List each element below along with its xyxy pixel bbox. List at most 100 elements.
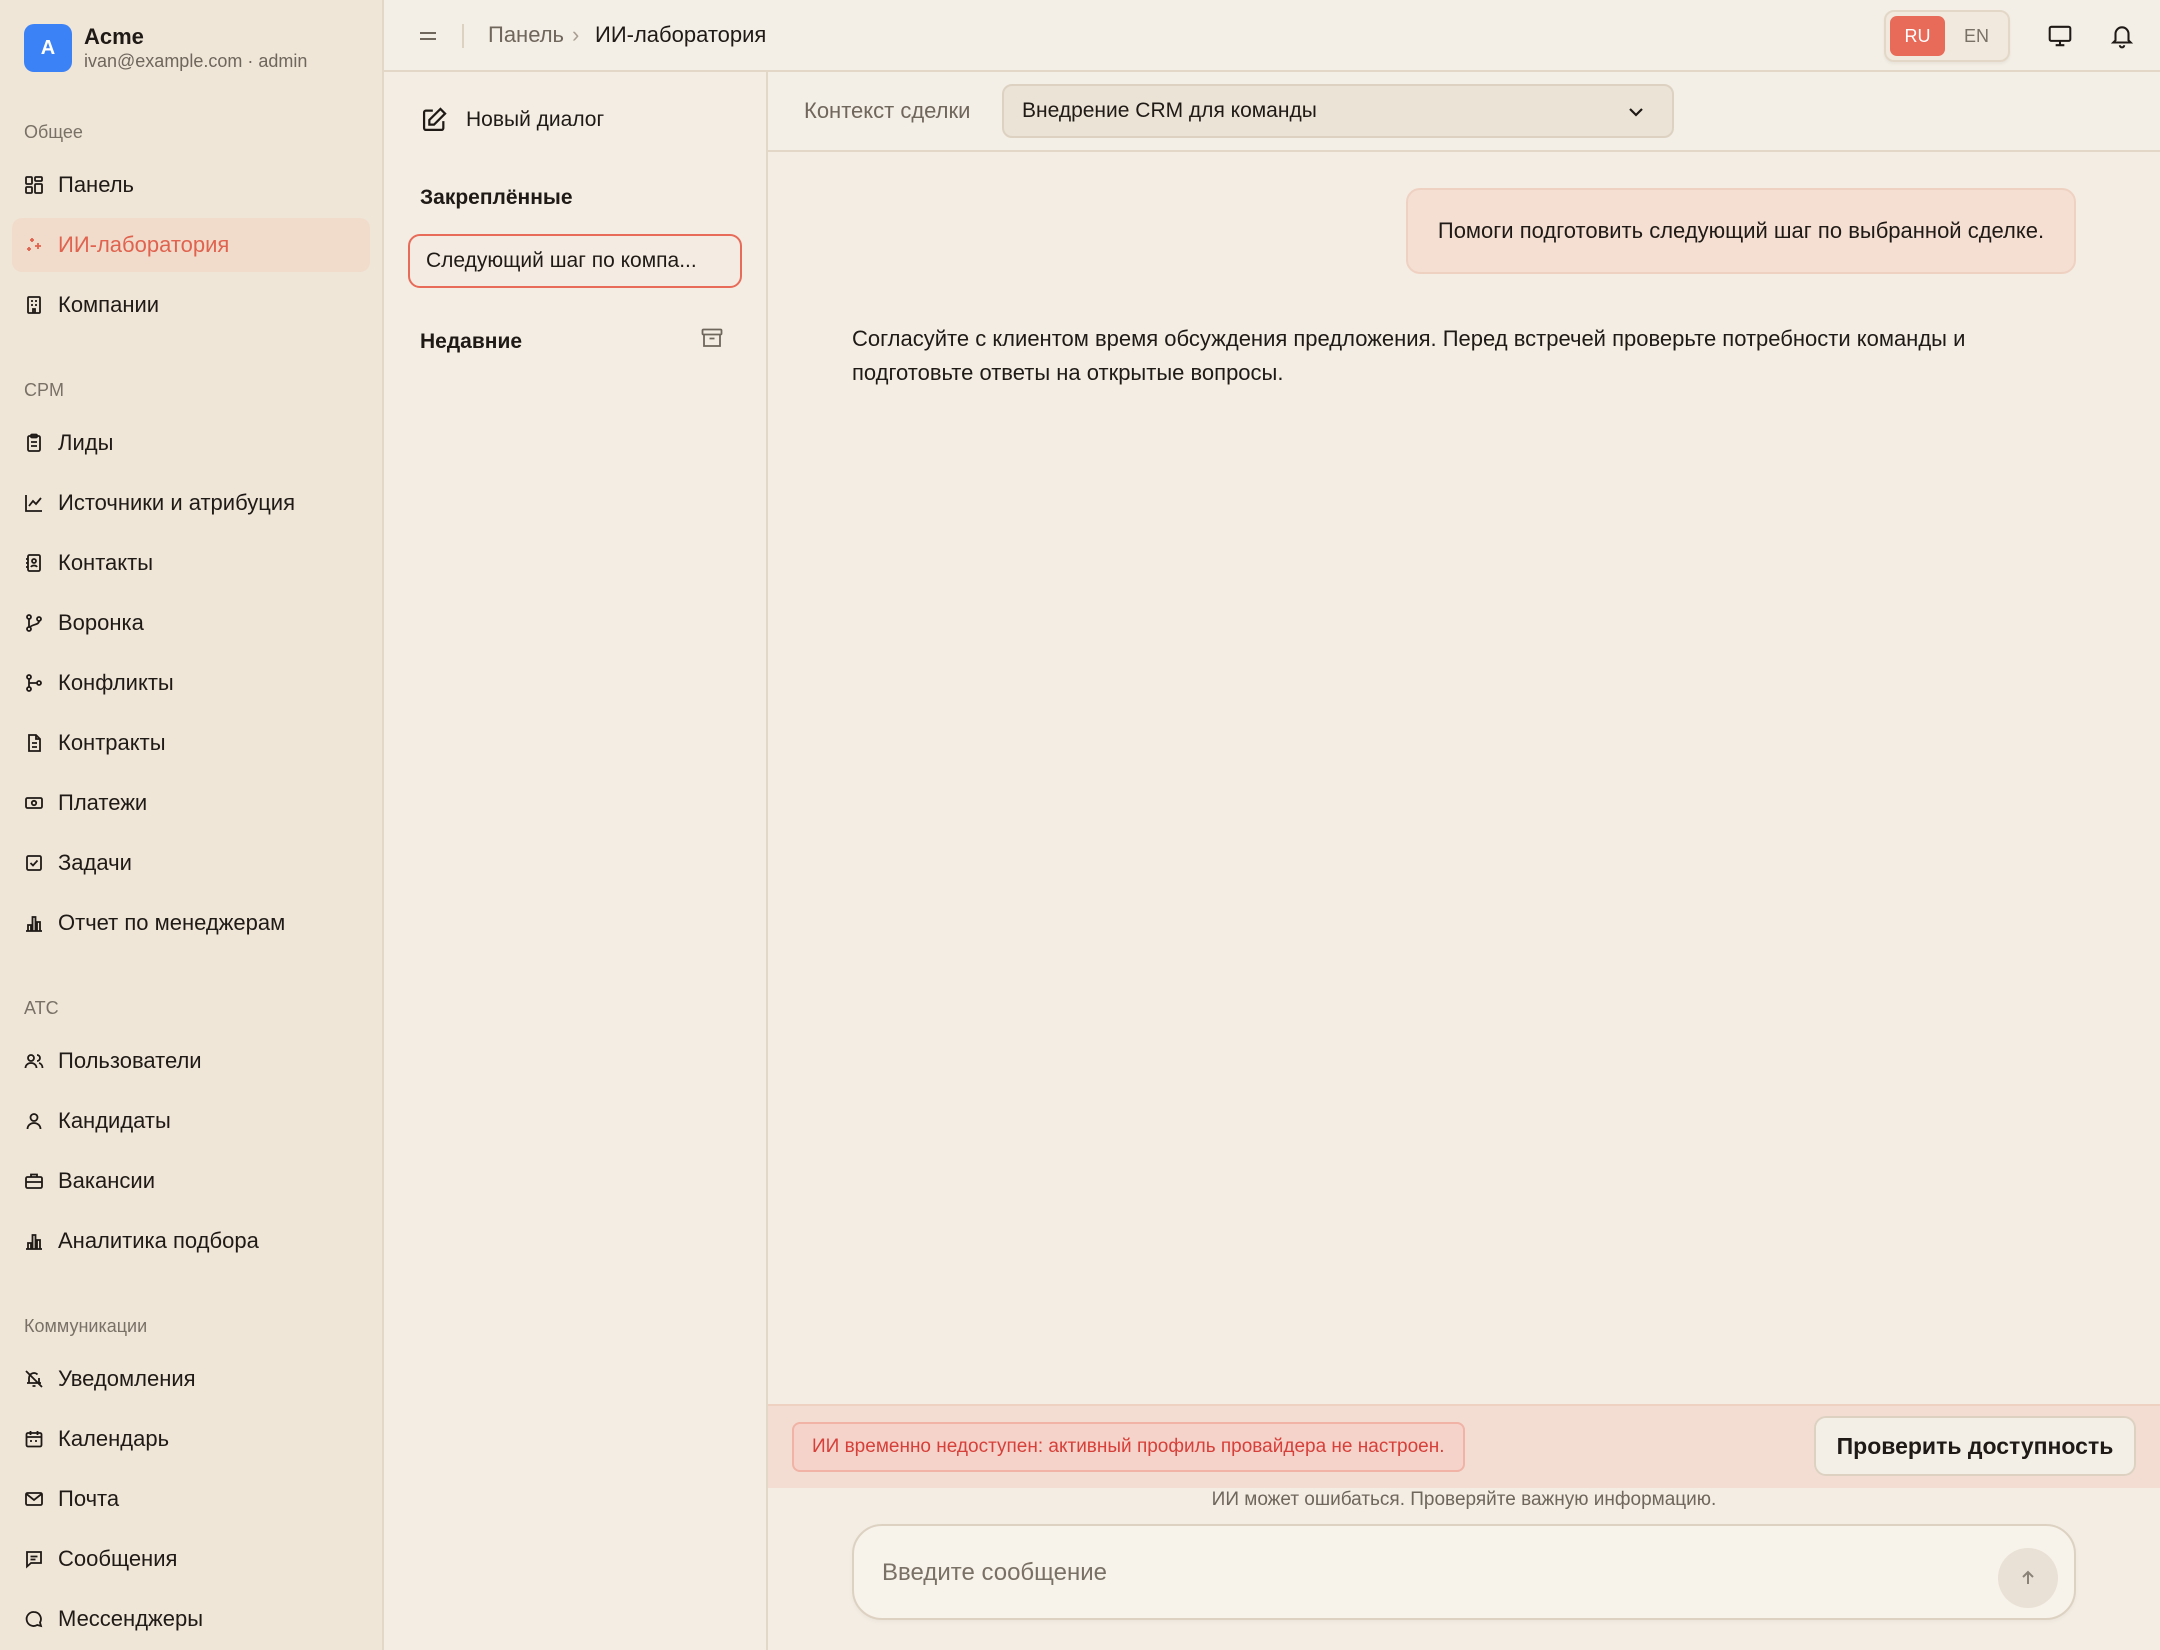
breadcrumb-current: ИИ-лаборатория (595, 22, 767, 47)
sidebar-item-label: Отчет по менеджерам (58, 910, 286, 935)
avatar: A (24, 24, 72, 72)
checkbox-icon (24, 853, 44, 873)
sidebar-item-messengers[interactable]: Мессенджеры (12, 1592, 370, 1646)
top-bar: Панель › ИИ-лаборатория RU EN (384, 0, 2160, 72)
user-icon (24, 1111, 44, 1131)
sidebar-item-candidates[interactable]: Кандидаты (12, 1094, 370, 1148)
breadcrumb-root[interactable]: Панель (488, 22, 564, 48)
sidebar-item-contracts[interactable]: Контракты (12, 716, 370, 770)
error-banner: ИИ временно недоступен: активный профиль… (768, 1404, 2160, 1488)
sidebar-item-tasks[interactable]: Задачи (12, 836, 370, 890)
ai-disclaimer: ИИ может ошибаться. Проверяйте важную ин… (1211, 1489, 1717, 1510)
sidebar-item-label: Уведомления (58, 1366, 196, 1391)
chart-line-icon (24, 493, 44, 513)
deal-context-label: Контекст сделки (804, 98, 971, 123)
sidebar-item-leads[interactable]: Лиды (12, 416, 370, 470)
arrow-up-icon (2022, 1570, 2034, 1584)
sparkles-icon (24, 235, 44, 255)
sidebar-item-companies[interactable]: Компании (12, 278, 370, 332)
sidebar-item-label: Источники и атрибуция (58, 490, 295, 515)
sidebar-item-conflicts[interactable]: Конфликты (12, 656, 370, 710)
breadcrumb-separator: › (572, 22, 580, 47)
edit-icon (422, 107, 447, 132)
message-input[interactable] (882, 1554, 1962, 1592)
message-circle-icon (24, 1609, 44, 1629)
sidebar-item-vacancies[interactable]: Вакансии (12, 1154, 370, 1208)
sidebar-item-contacts[interactable]: Контакты (12, 536, 370, 590)
message-composer (852, 1524, 2076, 1620)
chevron-down-icon (1629, 108, 1643, 117)
lang-ru-button[interactable]: RU (1890, 16, 1945, 56)
new-dialog-button[interactable]: Новый диалог (420, 106, 604, 134)
document-icon (24, 733, 44, 753)
sidebar-item-mail[interactable]: Почта (12, 1472, 370, 1526)
section-label-communications: Коммуникации (24, 1316, 148, 1336)
sidebar-item-payments[interactable]: Платежи (12, 776, 370, 830)
sidebar-item-messages[interactable]: Сообщения (12, 1532, 370, 1586)
sidebar-item-label: Кандидаты (58, 1108, 171, 1133)
sidebar-item-label: Почта (58, 1486, 120, 1511)
sidebar-item-label: Контракты (58, 730, 166, 755)
sidebar-item-recruiting-analytics[interactable]: Аналитика подбора (12, 1214, 370, 1268)
sidebar: A Acme ivan@example.com · admin Общее Па… (0, 0, 384, 1650)
sidebar-item-label: Компании (58, 292, 160, 317)
merge-icon (24, 673, 44, 693)
sidebar-item-calendar[interactable]: Календарь (12, 1412, 370, 1466)
sidebar-item-label: Задачи (58, 850, 132, 875)
user-message: Помоги подготовить следующий шаг по выбр… (1406, 188, 2076, 274)
deal-context-value: Внедрение CRM для команды (1022, 99, 1317, 122)
notifications-button[interactable] (2108, 22, 2136, 50)
calendar-icon (24, 1429, 44, 1449)
sidebar-item-label: Лиды (58, 430, 114, 455)
assistant-message: Согласуйте с клиентом время обсуждения п… (852, 326, 1966, 385)
dashboard-icon (24, 175, 44, 195)
mail-icon (24, 1489, 44, 1509)
check-availability-button[interactable]: Проверить доступность (1814, 1416, 2136, 1476)
sidebar-item-label: ИИ-лаборатория (58, 232, 230, 257)
monitor-icon (2048, 25, 2072, 47)
section-label-general: Общее (24, 122, 83, 142)
briefcase-icon (24, 1171, 44, 1191)
archive-icon[interactable] (700, 326, 724, 350)
recent-heading: Недавние (420, 330, 523, 353)
lang-en-button[interactable]: EN (1949, 16, 2004, 56)
display-mode-button[interactable] (2046, 22, 2074, 50)
message-square-icon (24, 1549, 44, 1569)
send-button[interactable] (1998, 1548, 2058, 1608)
sidebar-item-label: Мессенджеры (58, 1606, 204, 1631)
sidebar-item-dashboard[interactable]: Панель (12, 158, 370, 212)
chat-list-panel: Новый диалог Закреплённые Следующий шаг … (384, 72, 768, 1650)
sidebar-item-label: Воронка (58, 610, 144, 635)
workspace-name: Acme (84, 24, 144, 49)
sidebar-item-label: Пользователи (58, 1048, 202, 1073)
sidebar-toggle-button[interactable] (414, 22, 442, 50)
divider (462, 24, 464, 48)
bell-icon (2110, 26, 2134, 49)
sidebar-item-label: Платежи (58, 790, 148, 815)
section-label-crm: CPM (24, 380, 64, 400)
sidebar-item-ai-lab[interactable]: ИИ-лаборатория (12, 218, 370, 272)
building-icon (24, 295, 44, 315)
bell-off-icon (24, 1369, 44, 1389)
error-message: ИИ временно недоступен: активный профиль… (792, 1422, 1465, 1472)
sidebar-item-label: Вакансии (58, 1168, 155, 1193)
pinned-chat-item[interactable]: Следующий шаг по компа... (408, 234, 742, 288)
sidebar-item-notifications[interactable]: Уведомления (12, 1352, 370, 1406)
sidebar-item-users[interactable]: Пользователи (12, 1034, 370, 1088)
bar-chart-icon (24, 913, 44, 933)
sidebar-item-funnel[interactable]: Воронка (12, 596, 370, 650)
language-switcher: RU EN (1884, 10, 2010, 62)
sidebar-item-label: Календарь (58, 1426, 170, 1451)
section-label-atc: ATC (24, 998, 59, 1018)
bar-chart-icon (24, 1231, 44, 1251)
users-icon (24, 1051, 44, 1071)
sidebar-item-sources[interactable]: Источники и атрибуция (12, 476, 370, 530)
menu-icon (420, 32, 436, 40)
sidebar-item-label: Сообщения (58, 1546, 178, 1571)
sidebar-item-label: Панель (58, 172, 135, 197)
workspace-switcher[interactable]: A Acme ivan@example.com · admin (24, 24, 307, 72)
clipboard-icon (24, 433, 44, 453)
sidebar-item-manager-report[interactable]: Отчет по менеджерам (12, 896, 370, 950)
pinned-heading: Закреплённые (420, 186, 573, 209)
deal-context-select[interactable]: Внедрение CRM для команды (1002, 84, 1674, 138)
